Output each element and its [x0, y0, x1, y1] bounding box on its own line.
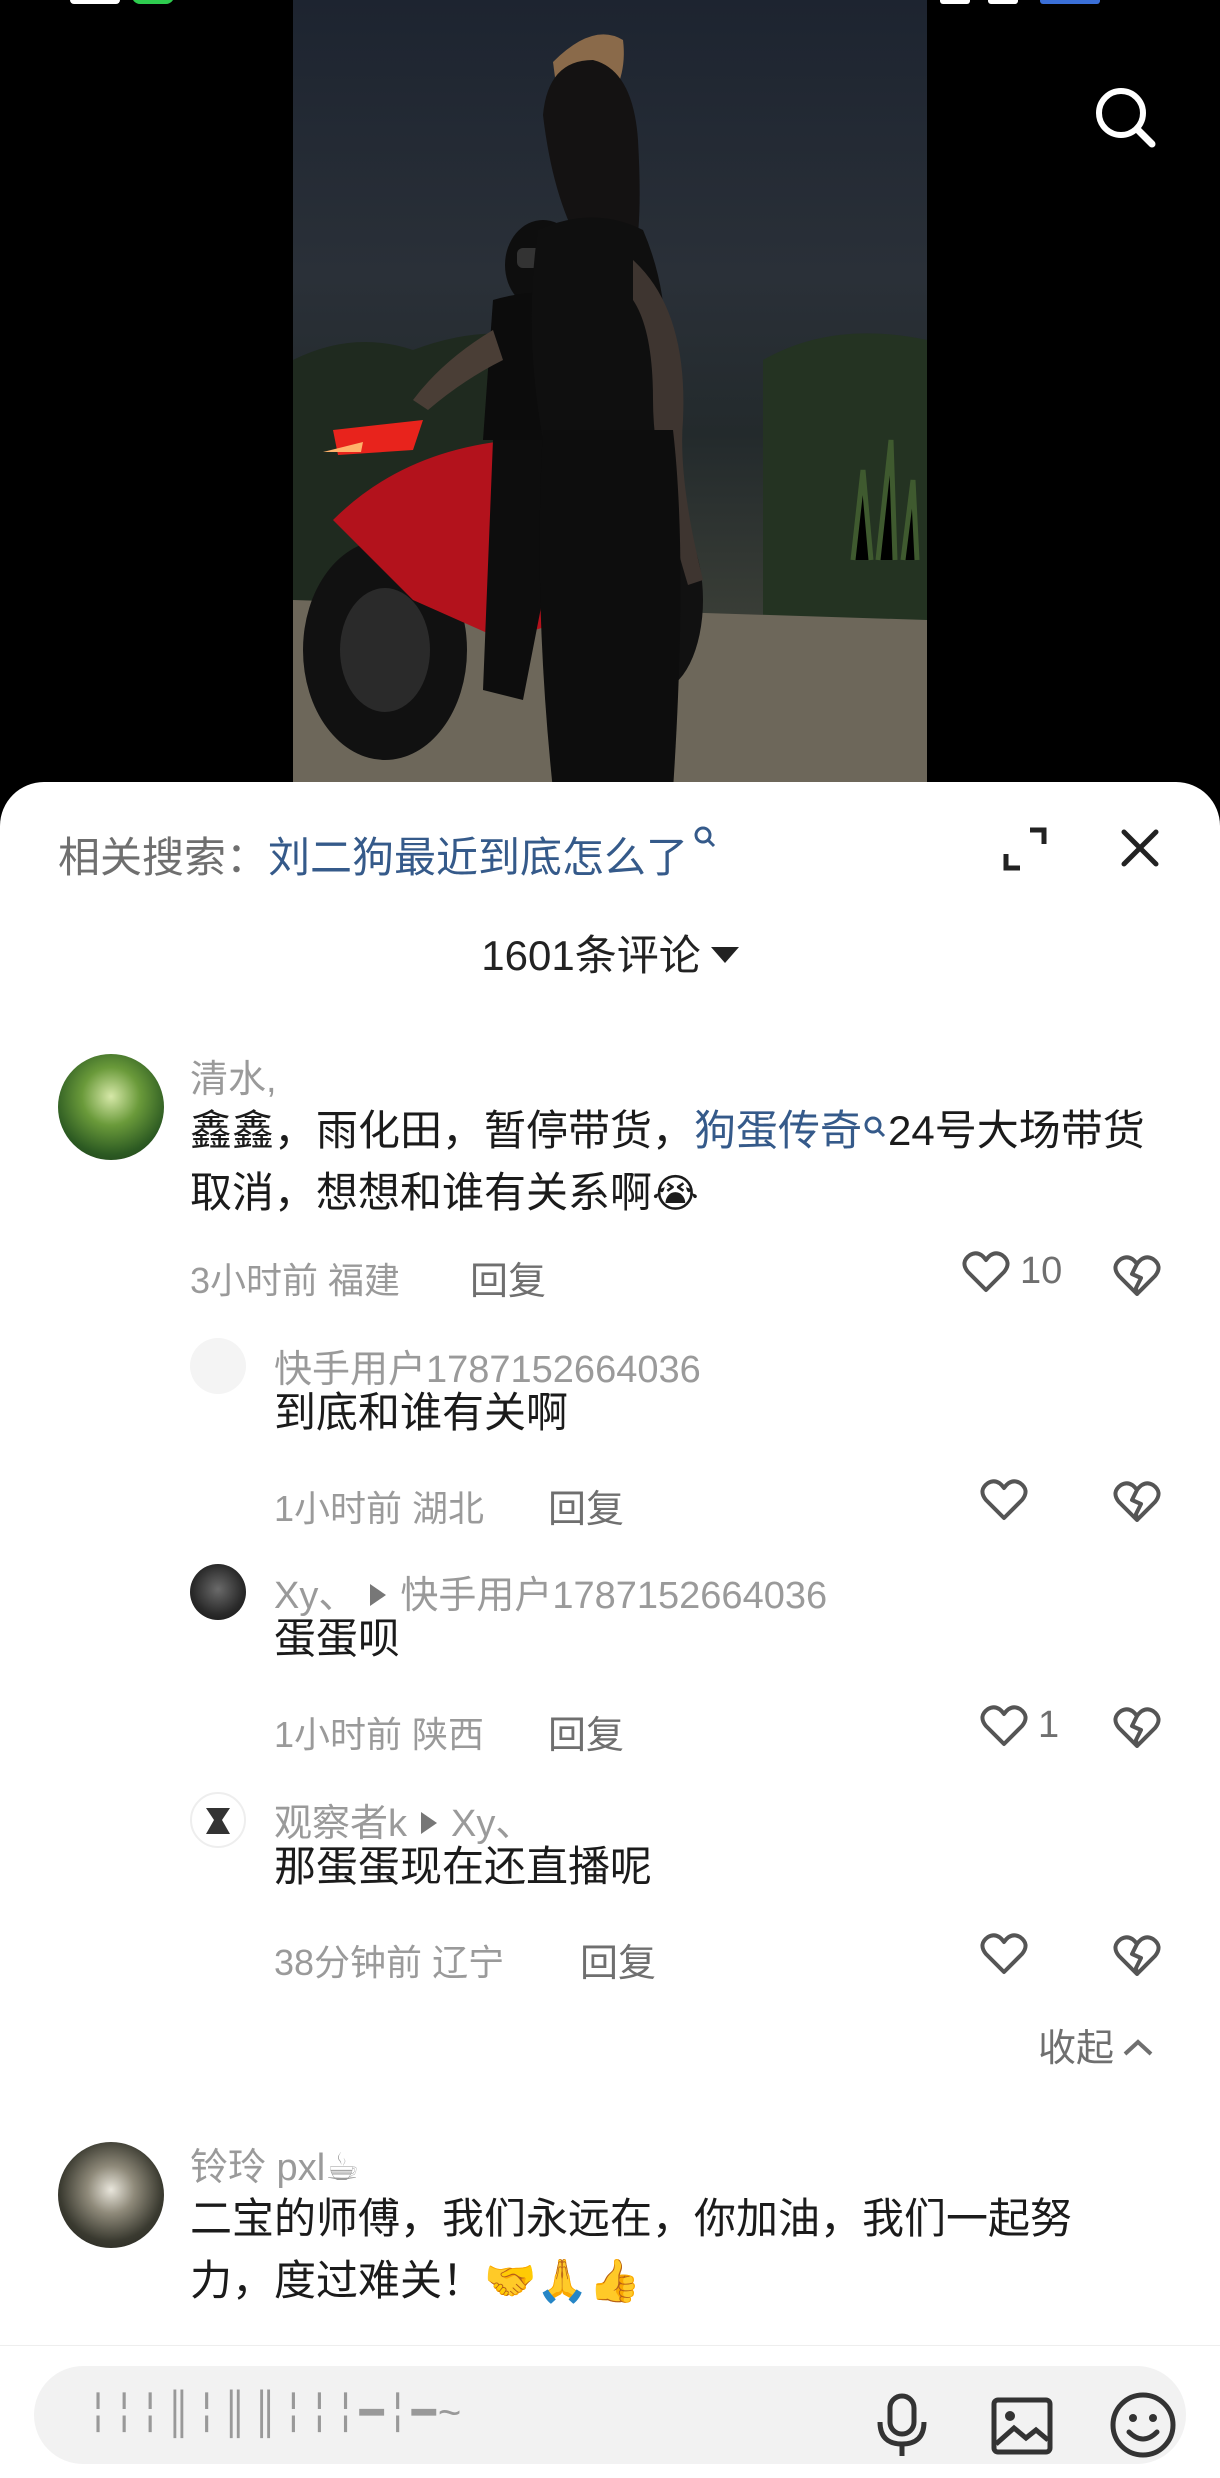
related-search: 相关搜索：刘二狗最近到底怎么了 — [58, 824, 718, 885]
reply-button[interactable]: 回复 — [470, 1250, 546, 1305]
crying-emoji: 😭 — [652, 1172, 699, 1216]
search-icon[interactable] — [1090, 82, 1162, 154]
search-link[interactable]: 狗蛋传奇 — [694, 1107, 862, 1154]
chevron-up-icon — [1123, 2039, 1153, 2056]
expand-icon[interactable] — [1002, 826, 1048, 872]
avatar[interactable] — [58, 2142, 164, 2248]
reply-arrow-icon — [370, 1583, 387, 1606]
comment-meta: 1小时前 湖北 — [274, 1488, 485, 1529]
reply-arrow-icon — [421, 1811, 438, 1834]
reply-button[interactable]: 回复 — [580, 1932, 656, 1987]
comment-text: 到底和谁有关啊 — [274, 1389, 569, 1436]
broken-heart-icon[interactable] — [1112, 1704, 1162, 1752]
comment-meta: 3小时前 福建 — [190, 1260, 401, 1301]
heart-icon — [980, 1479, 1028, 1520]
video-area[interactable] — [0, 0, 1220, 800]
comment-text: 那蛋蛋现在还直播呢 — [274, 1843, 653, 1890]
comment-username[interactable]: 清水, — [190, 1048, 277, 1103]
video-still-image — [293, 34, 927, 790]
like-count: 10 — [1020, 1250, 1063, 1292]
collapse-replies-button[interactable]: 收起 — [1038, 2017, 1154, 2072]
like-button[interactable]: 1 — [980, 1704, 1070, 1752]
heart-icon — [962, 1251, 1010, 1292]
heart-icon — [980, 1933, 1028, 1974]
image-icon[interactable] — [990, 2394, 1054, 2458]
caret-down-icon — [710, 946, 739, 963]
heart-icon — [980, 1705, 1028, 1746]
small-search-icon — [864, 1116, 886, 1138]
emoji-icon[interactable] — [1108, 2390, 1178, 2460]
comment-input-bar: ╎╎╎║╎║║╎╎╎━╎━~ — [0, 2345, 1220, 2478]
avatar[interactable] — [190, 1564, 246, 1620]
broken-heart-icon[interactable] — [1112, 1252, 1162, 1300]
comment-input-placeholder: ╎╎╎║╎║║╎╎╎━╎━~ — [86, 2391, 464, 2435]
comment-text: 二宝的师傅，我们永远在，你加油，我们一起努 力，度过难关！🤝🙏👍 — [190, 2195, 1073, 2304]
reply-button[interactable]: 回复 — [548, 1478, 624, 1533]
video-player[interactable] — [293, 0, 927, 790]
avatar[interactable] — [190, 1338, 246, 1394]
avatar[interactable] — [58, 1054, 164, 1160]
comment-text: 蛋蛋呗 — [274, 1615, 401, 1662]
status-bar-time — [70, 0, 180, 8]
related-search-label: 相关搜索： — [58, 834, 269, 881]
comment-input[interactable]: ╎╎╎║╎║║╎╎╎━╎━~ — [34, 2366, 1186, 2464]
comment-username[interactable]: 铃玲 pxl☕ — [190, 2136, 359, 2191]
small-search-icon — [694, 826, 716, 848]
comment-text: 鑫鑫，雨化田，暂停带货，狗蛋传奇 24号大场带货取消，想想和谁有关系啊😭 — [190, 1107, 1145, 1216]
comment-sheet: 相关搜索：刘二狗最近到底怎么了 1601条评论 清水, 鑫鑫，雨化田，暂停带货，… — [0, 782, 1220, 2478]
comment-count-sort[interactable]: 1601条评论 — [0, 922, 1220, 983]
comment-meta: 1小时前 陕西 — [274, 1714, 485, 1755]
reply-button[interactable]: 回复 — [548, 1704, 624, 1759]
like-button[interactable]: 10 — [962, 1250, 1072, 1298]
close-icon[interactable] — [1118, 826, 1162, 870]
like-button[interactable] — [980, 1478, 1030, 1526]
comment-meta: 38分钟前 辽宁 — [274, 1942, 505, 1983]
comment-count: 1601条评论 — [481, 932, 701, 979]
like-count: 1 — [1038, 1704, 1060, 1746]
like-button[interactable] — [980, 1932, 1030, 1980]
avatar[interactable] — [190, 1792, 246, 1848]
broken-heart-icon[interactable] — [1112, 1932, 1162, 1980]
related-search-term[interactable]: 刘二狗最近到底怎么了 — [268, 834, 688, 881]
microphone-icon[interactable] — [872, 2392, 932, 2460]
broken-heart-icon[interactable] — [1112, 1478, 1162, 1526]
status-bar-icons — [940, 0, 1140, 8]
